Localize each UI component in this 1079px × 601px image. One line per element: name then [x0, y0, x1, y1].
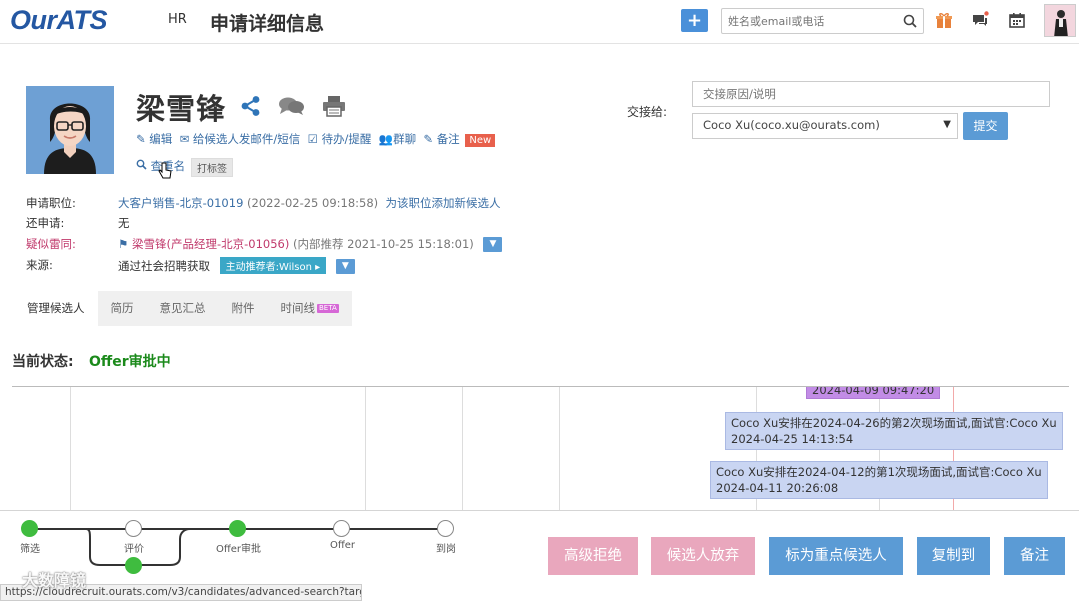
comment-icon[interactable] — [278, 96, 305, 116]
stage-node-onboard[interactable] — [437, 520, 454, 537]
candidate-tabs: 管理候选人 简历 意见汇总 附件 时间线 BETA — [14, 291, 352, 326]
calendar-icon[interactable] — [1008, 11, 1026, 29]
submit-transfer-button[interactable]: 提交 — [963, 112, 1008, 140]
timeline-event[interactable]: Coco Xu安排在2024-04-26的第2次现场面试,面试官:Coco Xu… — [725, 412, 1063, 450]
timeline-event[interactable]: 2024-04-09 09:47:20 — [806, 387, 941, 399]
top-header: OurATS HR 申请详细信息 + — [0, 0, 1079, 44]
user-avatar[interactable] — [1044, 4, 1076, 37]
stage-label: 筛选 — [20, 544, 40, 555]
transfer-to-select[interactable]: Coco Xu(coco.xu@ourats.com) ▼ — [692, 113, 958, 139]
chevron-down-icon: ▼ — [489, 239, 497, 249]
hr-menu[interactable]: HR — [168, 12, 187, 27]
tab-resume[interactable]: 简历 — [97, 291, 147, 326]
search-input[interactable] — [728, 13, 896, 29]
position-link[interactable]: 大客户销售-北京-01019 — [118, 196, 243, 210]
tab-timeline[interactable]: 时间线 BETA — [267, 291, 352, 326]
group-chat-link[interactable]: 👥群聊 — [379, 132, 416, 146]
timeline-gridline — [365, 387, 366, 514]
stage-node-offer-approval[interactable] — [229, 520, 246, 537]
stage-label: 到岗 — [436, 544, 456, 555]
mark-key-candidate-button[interactable]: 标为重点候选人 — [769, 537, 903, 575]
chat-icon[interactable] — [971, 11, 989, 29]
flag-icon: ⚑ — [118, 237, 129, 251]
share-icon[interactable] — [240, 95, 262, 117]
transfer-reason-input[interactable] — [692, 81, 1050, 107]
note-link[interactable]: ✎ 备注 — [423, 132, 459, 146]
similar-label: 疑似雷同: — [26, 237, 76, 251]
candidate-photo — [26, 86, 114, 174]
watermark: 大数障镜 — [22, 571, 87, 590]
other-applications-label: 还申请: — [26, 216, 65, 230]
chevron-down-icon: ▼ — [341, 261, 349, 271]
note-button[interactable]: 备注 — [1004, 537, 1065, 575]
tab-manage[interactable]: 管理候选人 — [14, 291, 98, 326]
timeline-gridline — [70, 387, 71, 514]
todo-link[interactable]: ☑ 待办/提醒 — [308, 132, 372, 146]
tab-feedback[interactable]: 意见汇总 — [146, 291, 219, 326]
source-row: 通过社会招聘获取 主动推荐者:Wilson ▸ ▼ — [118, 257, 355, 274]
add-candidate-link[interactable]: 为该职位添加新候选人 — [385, 196, 500, 210]
similar-candidate-link[interactable]: ⚑ 梁雪锋(产品经理-北京-01056) — [118, 237, 289, 251]
position-row: 大客户销售-北京-01019 (2022-02-25 09:18:58) 为该职… — [118, 196, 501, 210]
search-icon — [136, 159, 147, 170]
timeline-gridline — [559, 387, 560, 514]
stage-node-evaluation[interactable] — [125, 520, 142, 537]
stage-node-branch[interactable] — [125, 557, 142, 574]
advanced-reject-button[interactable]: 高级拒绝 — [548, 537, 638, 575]
stage-label: 评价 — [124, 544, 144, 555]
timeline-gridline — [462, 387, 463, 514]
tag-button[interactable]: 打标签 — [191, 158, 233, 177]
stage-label: Offer审批 — [216, 544, 262, 555]
edit-link[interactable]: ✎ 编辑 — [136, 132, 172, 146]
timeline-event[interactable]: Coco Xu安排在2024-04-12的第1次现场面试,面试官:Coco Xu… — [710, 461, 1048, 499]
chevron-down-icon: ▼ — [943, 119, 951, 130]
send-email-link[interactable]: ✉ 给候选人发邮件/短信 — [180, 132, 301, 146]
search-box[interactable] — [721, 8, 924, 34]
timeline-panel: 2024-04-09 09:47:20 Coco Xu安排在2024-04-26… — [12, 386, 1069, 514]
stage-label: Offer — [330, 540, 356, 551]
stage-node-offer[interactable] — [333, 520, 350, 537]
add-button[interactable]: + — [681, 9, 708, 32]
gift-icon[interactable] — [935, 11, 953, 29]
beta-badge: BETA — [317, 304, 339, 313]
candidate-name: 梁雪锋 — [136, 92, 227, 126]
calendar-check-icon: ☑ — [307, 132, 318, 146]
candidate-give-up-button[interactable]: 候选人放弃 — [651, 537, 755, 575]
print-icon[interactable] — [322, 95, 346, 117]
new-badge: New — [465, 134, 496, 147]
ourats-logo[interactable]: OurATS — [10, 5, 108, 36]
transfer-label: 交接给: — [627, 105, 668, 119]
similar-row: ⚑ 梁雪锋(产品经理-北京-01056) (内部推荐 2021-10-25 15… — [118, 236, 503, 252]
other-applications-value: 无 — [118, 216, 130, 230]
source-dropdown[interactable]: ▼ — [335, 259, 355, 274]
source-label: 来源: — [26, 258, 53, 272]
source-referrer-badge[interactable]: 主动推荐者:Wilson ▸ — [219, 257, 327, 274]
hand-cursor-icon — [158, 162, 172, 179]
search-icon[interactable] — [902, 13, 918, 29]
page-title: 申请详细信息 — [210, 13, 325, 35]
similar-dropdown[interactable]: ▼ — [483, 237, 503, 252]
envelope-icon: ✉ — [179, 132, 190, 146]
copy-to-button[interactable]: 复制到 — [917, 537, 990, 575]
stage-node-screening[interactable] — [21, 520, 38, 537]
pencil-icon: ✎ — [423, 132, 434, 146]
tab-attachments[interactable]: 附件 — [218, 291, 268, 326]
candidate-action-bar: ✎ 编辑 ✉ 给候选人发邮件/短信 ☑ 待办/提醒 👥群聊 ✎ 备注 New — [136, 131, 496, 147]
status-label: 当前状态: — [12, 354, 74, 370]
status-value: Offer审批中 — [89, 354, 171, 370]
position-label: 申请职位: — [26, 196, 76, 210]
users-icon: 👥 — [378, 132, 394, 146]
